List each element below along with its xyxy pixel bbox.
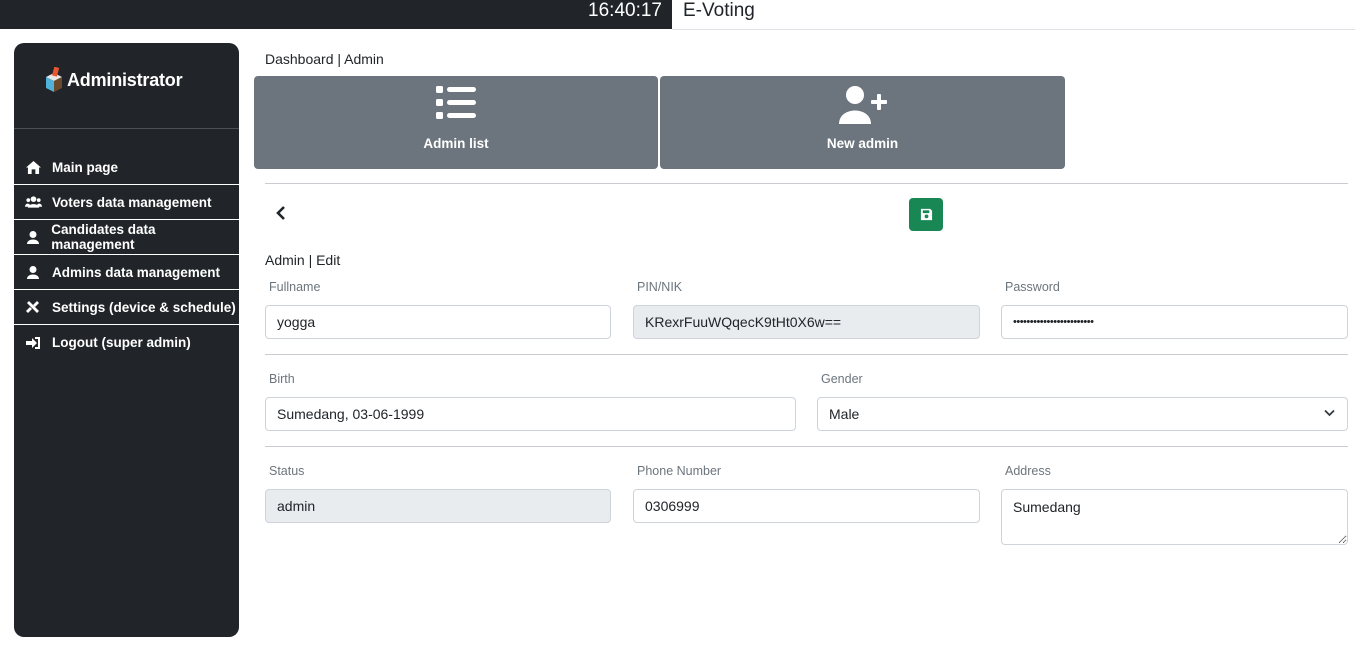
sidebar-item-candidates[interactable]: Candidates data management [14, 220, 239, 255]
sidebar-divider [14, 128, 239, 129]
birth-label: Birth [269, 372, 295, 386]
clock: 16:40:17 [588, 0, 662, 21]
top-bar-divider [672, 29, 1355, 30]
password-input[interactable]: •••••••••••••••••••••••• [1001, 305, 1348, 339]
breadcrumb: Dashboard | Admin [265, 51, 384, 67]
user-plus-icon [660, 86, 1065, 124]
app-title: E-Voting [683, 0, 755, 21]
new-admin-tile[interactable]: New admin [660, 76, 1065, 169]
divider [265, 183, 1348, 184]
sidebar-item-label: Settings (device & schedule) [52, 299, 236, 315]
tools-icon [14, 300, 52, 314]
status-input[interactable]: admin [265, 489, 611, 523]
top-bar: 16:40:17 E-Voting [0, 0, 1366, 30]
users-icon [14, 196, 52, 208]
sidebar-item-settings[interactable]: Settings (device & schedule) [14, 290, 239, 325]
pin-label: PIN/NIK [637, 280, 683, 294]
sidebar-item-label: Logout (super admin) [52, 335, 191, 350]
chevron-down-icon [1324, 409, 1335, 417]
user-icon [14, 230, 51, 244]
sidebar: Administrator Main page Voters data mana… [14, 43, 239, 637]
address-textarea[interactable]: Sumedang [1001, 489, 1348, 545]
sidebar-brand: Administrator [44, 65, 183, 95]
address-label: Address [1005, 464, 1051, 478]
birth-input[interactable]: Sumedang, 03-06-1999 [265, 397, 796, 431]
password-label: Password [1005, 280, 1060, 294]
sidebar-item-voters[interactable]: Voters data management [14, 185, 239, 220]
sidebar-item-label: Candidates data management [51, 222, 156, 252]
logout-icon [14, 336, 52, 349]
phone-input[interactable]: 0306999 [633, 489, 980, 523]
home-icon [14, 160, 52, 174]
back-button[interactable] [270, 202, 292, 224]
save-button[interactable] [909, 198, 943, 231]
sidebar-item-main-page[interactable]: Main page [14, 150, 239, 185]
sidebar-item-admins[interactable]: Admins data management [14, 255, 239, 290]
phone-label: Phone Number [637, 464, 722, 478]
list-icon [254, 86, 658, 120]
pin-input[interactable]: KRexrFuuWQqecK9tHt0X6w== [633, 305, 980, 339]
divider [265, 446, 1348, 447]
fullname-label: Fullname [269, 280, 321, 294]
form-title: Admin | Edit [265, 252, 341, 268]
gender-value: Male [829, 406, 860, 422]
sidebar-item-label: Admins data management [52, 264, 221, 280]
divider [265, 354, 1348, 355]
user-icon [14, 265, 52, 279]
tile-label: Admin list [423, 136, 489, 151]
tile-label: New admin [826, 136, 899, 151]
sidebar-menu: Main page Voters data management Candida… [14, 150, 239, 360]
ballot-box-icon [46, 67, 62, 92]
sidebar-item-label: Voters data management [52, 194, 212, 210]
admin-list-tile[interactable]: Admin list [254, 76, 658, 169]
brand-title: Administrator [67, 69, 183, 90]
gender-select[interactable]: Male [817, 397, 1348, 431]
chevron-left-icon [276, 206, 285, 220]
sidebar-item-label: Main page [52, 159, 119, 175]
status-label: Status [269, 464, 305, 478]
sidebar-item-logout[interactable]: Logout (super admin) [14, 325, 239, 360]
top-bar-dark-section: 16:40:17 [0, 0, 672, 29]
save-icon [920, 208, 932, 221]
gender-label: Gender [821, 372, 863, 386]
fullname-input[interactable]: yogga [265, 305, 611, 339]
